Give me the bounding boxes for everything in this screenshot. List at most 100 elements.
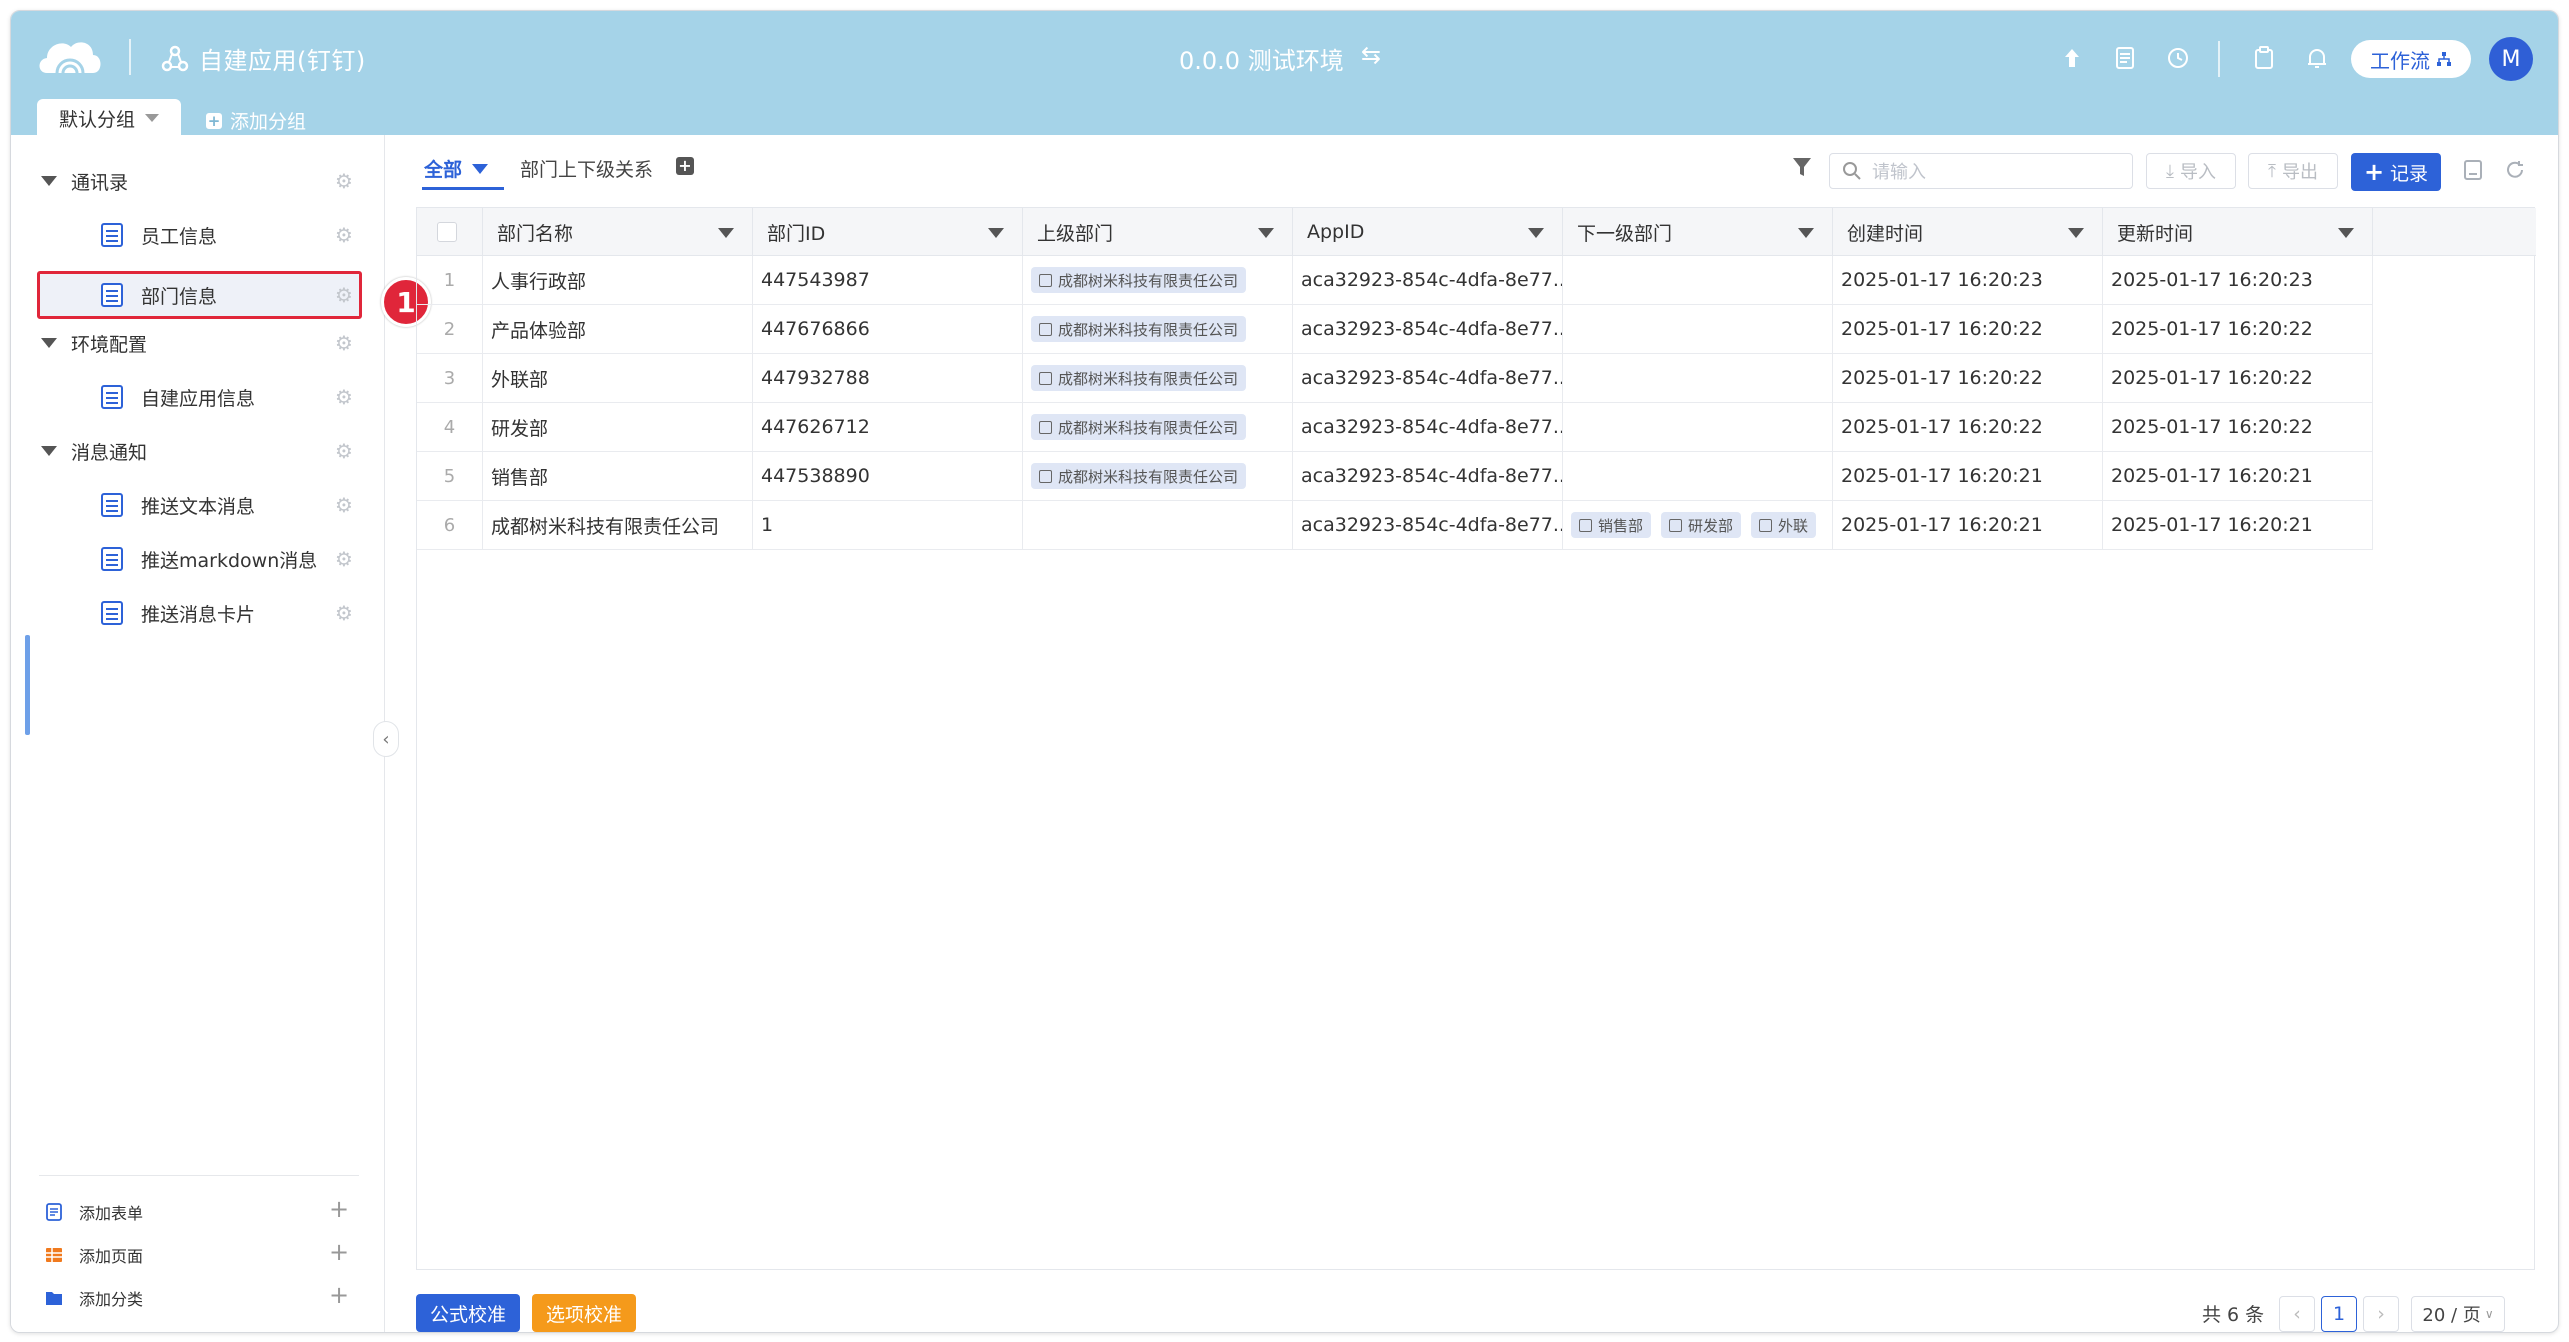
column-header-id[interactable]: 部门ID: [753, 208, 1023, 256]
prev-page-button[interactable]: ‹: [2279, 1296, 2315, 1332]
sidebar-group-env-config[interactable]: 环境配置: [41, 323, 147, 363]
clipboard-icon[interactable]: [2249, 43, 2279, 73]
cell-id[interactable]: 447676866: [753, 305, 1023, 354]
sidebar-item-push-text[interactable]: 推送文本消息: [101, 485, 255, 525]
parent-tag[interactable]: 成都树米科技有限责任公司: [1031, 365, 1247, 391]
cell-children[interactable]: [1563, 452, 1833, 501]
cell-created[interactable]: 2025-01-17 16:20:22: [1833, 305, 2103, 354]
sidebar-item-push-card[interactable]: 推送消息卡片: [101, 593, 255, 633]
swap-environment-icon[interactable]: ⇆: [1361, 41, 1381, 69]
filter-icon[interactable]: [1791, 155, 1813, 179]
cell-id[interactable]: 447538890: [753, 452, 1023, 501]
row-number[interactable]: 1: [417, 256, 483, 305]
table-row[interactable]: 4 研发部 447626712 成都树米科技有限责任公司 aca32923-854c-4…: [417, 403, 2374, 452]
avatar[interactable]: M: [2489, 37, 2533, 81]
child-tag[interactable]: 销售部: [1571, 512, 1652, 538]
document-icon[interactable]: [2110, 43, 2140, 73]
child-tag[interactable]: 外联: [1751, 512, 1817, 538]
row-number[interactable]: 5: [417, 452, 483, 501]
gear-icon[interactable]: ⚙: [333, 547, 355, 571]
cell-children[interactable]: [1563, 403, 1833, 452]
option-calibration-button[interactable]: 选项校准: [532, 1294, 636, 1332]
cell-name[interactable]: 人事行政部: [483, 256, 753, 305]
cell-created[interactable]: 2025-01-17 16:20:23: [1833, 256, 2103, 305]
cell-appid[interactable]: aca32923-854c-4dfa-8e77...: [1293, 452, 1563, 501]
cell-updated[interactable]: 2025-01-17 16:20:22: [2103, 354, 2373, 403]
add-group-button[interactable]: + 添加分组: [206, 107, 306, 134]
cell-appid[interactable]: aca32923-854c-4dfa-8e77...: [1293, 256, 1563, 305]
row-number[interactable]: 4: [417, 403, 483, 452]
cell-name[interactable]: 成都树米科技有限责任公司: [483, 501, 753, 550]
cell-appid[interactable]: aca32923-854c-4dfa-8e77...: [1293, 403, 1563, 452]
cloud-logo-icon[interactable]: [35, 33, 105, 79]
formula-calibration-button[interactable]: 公式校准: [416, 1294, 520, 1332]
column-menu-icon[interactable]: [988, 228, 1004, 238]
column-menu-icon[interactable]: [1798, 228, 1814, 238]
gear-icon[interactable]: ⚙: [333, 331, 355, 355]
cell-created[interactable]: 2025-01-17 16:20:22: [1833, 403, 2103, 452]
add-record-button[interactable]: + 记录: [2351, 153, 2441, 191]
cell-created[interactable]: 2025-01-17 16:20:22: [1833, 354, 2103, 403]
parent-tag[interactable]: 成都树米科技有限责任公司: [1031, 414, 1247, 440]
page-number[interactable]: 1: [2321, 1296, 2357, 1332]
child-tag[interactable]: 研发部: [1661, 512, 1742, 538]
next-page-button[interactable]: ›: [2363, 1296, 2399, 1332]
row-number[interactable]: 6: [417, 501, 483, 550]
cell-created[interactable]: 2025-01-17 16:20:21: [1833, 452, 2103, 501]
gear-icon[interactable]: ⚙: [333, 283, 355, 307]
cell-children[interactable]: 销售部 研发部 外联: [1563, 501, 1833, 550]
cell-updated[interactable]: 2025-01-17 16:20:23: [2103, 256, 2373, 305]
table-row[interactable]: 6 成都树米科技有限责任公司 1 aca32923-854c-4dfa-8e77...…: [417, 501, 2374, 550]
gear-icon[interactable]: ⚙: [333, 439, 355, 463]
plus-icon[interactable]: +: [329, 1195, 349, 1223]
sidebar-item-app-info[interactable]: 自建应用信息: [101, 377, 255, 417]
cell-parent[interactable]: 成都树米科技有限责任公司: [1023, 403, 1293, 452]
add-page-button[interactable]: 添加页面: [45, 1238, 143, 1272]
column-header-parent[interactable]: 上级部门: [1023, 208, 1293, 256]
cell-name[interactable]: 销售部: [483, 452, 753, 501]
cell-children[interactable]: [1563, 305, 1833, 354]
gear-icon[interactable]: ⚙: [333, 493, 355, 517]
cell-parent[interactable]: 成都树米科技有限责任公司: [1023, 305, 1293, 354]
column-menu-icon[interactable]: [1258, 228, 1274, 238]
gear-icon[interactable]: ⚙: [333, 223, 355, 247]
history-icon[interactable]: [2163, 43, 2193, 73]
sidebar-item-employee-info[interactable]: 员工信息: [101, 215, 217, 255]
print-icon[interactable]: [2462, 159, 2484, 181]
sidebar-group-notifications[interactable]: 消息通知: [41, 431, 147, 471]
column-header-created[interactable]: 创建时间: [1833, 208, 2103, 256]
column-menu-icon[interactable]: [2068, 228, 2084, 238]
cell-children[interactable]: [1563, 354, 1833, 403]
cell-id[interactable]: 447543987: [753, 256, 1023, 305]
gear-icon[interactable]: ⚙: [333, 385, 355, 409]
cell-name[interactable]: 外联部: [483, 354, 753, 403]
add-view-icon[interactable]: +: [676, 157, 694, 175]
cell-updated[interactable]: 2025-01-17 16:20:21: [2103, 452, 2373, 501]
column-header-name[interactable]: 部门名称: [483, 208, 753, 256]
sidebar-item-push-markdown[interactable]: 推送markdown消息: [101, 539, 317, 579]
gear-icon[interactable]: ⚙: [333, 169, 355, 193]
scroll-indicator[interactable]: [25, 635, 30, 735]
cell-appid[interactable]: aca32923-854c-4dfa-8e77...: [1293, 354, 1563, 403]
plus-icon[interactable]: +: [329, 1238, 349, 1266]
column-menu-icon[interactable]: [2338, 228, 2354, 238]
column-menu-icon[interactable]: [718, 228, 734, 238]
publish-icon[interactable]: [2057, 43, 2087, 73]
cell-updated[interactable]: 2025-01-17 16:20:21: [2103, 501, 2373, 550]
environment-label[interactable]: 0.0.0 测试环境: [1179, 41, 1344, 76]
search-input[interactable]: 请输入: [1829, 153, 2133, 189]
cell-id[interactable]: 447932788: [753, 354, 1023, 403]
plus-icon[interactable]: +: [329, 1281, 349, 1309]
row-number[interactable]: 2: [417, 305, 483, 354]
cell-created[interactable]: 2025-01-17 16:20:21: [1833, 501, 2103, 550]
table-row[interactable]: 3 外联部 447932788 成都树米科技有限责任公司 aca32923-854c-4…: [417, 354, 2374, 403]
column-header-appid[interactable]: AppID: [1293, 208, 1563, 256]
bell-icon[interactable]: [2302, 43, 2332, 73]
cell-updated[interactable]: 2025-01-17 16:20:22: [2103, 305, 2373, 354]
export-button[interactable]: ⤒ 导出: [2248, 153, 2338, 189]
add-category-button[interactable]: 添加分类: [45, 1281, 143, 1315]
tab-all[interactable]: 全部: [424, 155, 489, 182]
app-title[interactable]: 自建应用(钉钉): [199, 41, 366, 76]
cell-id[interactable]: 447626712: [753, 403, 1023, 452]
column-header-children[interactable]: 下一级部门: [1563, 208, 1833, 256]
